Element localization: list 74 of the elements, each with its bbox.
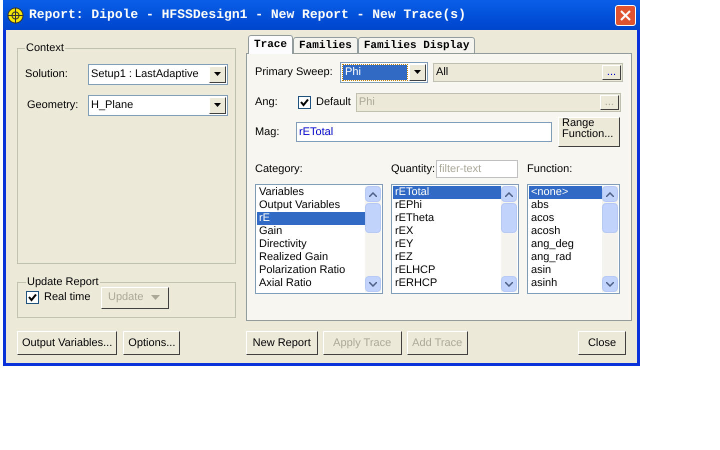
list-item[interactable]: acos: [529, 212, 602, 225]
range-value: All: [436, 64, 448, 80]
crosshair-icon: [7, 6, 24, 24]
caret-icon: [151, 295, 160, 300]
dropdown-value: H_Plane: [90, 98, 134, 113]
close-icon: [620, 10, 631, 20]
list-item[interactable]: ang_rad: [529, 251, 602, 264]
list-item[interactable]: Output Variables: [257, 199, 365, 212]
angle-value: Phi: [358, 94, 375, 110]
tab[interactable]: Trace: [248, 35, 294, 54]
group-title: Update Report: [26, 275, 100, 290]
tab[interactable]: Families Display: [358, 37, 476, 53]
scrollbar-thumb[interactable]: [602, 203, 618, 233]
list-label: Category:: [255, 162, 303, 177]
dropdown[interactable]: H_Plane: [88, 94, 228, 116]
dropdown[interactable]: Setup1 : LastAdaptive: [88, 64, 228, 84]
checkmark-icon: [28, 293, 37, 302]
list-item[interactable]: rEX: [393, 225, 501, 238]
mag-field[interactable]: rETotal: [296, 122, 552, 142]
field-label: Primary Sweep:: [255, 64, 334, 80]
range-field[interactable]: All ...: [433, 62, 623, 82]
field-label: Ang:: [255, 94, 279, 110]
list-item[interactable]: Directivity: [257, 238, 365, 251]
list-item[interactable]: rEZ: [393, 251, 501, 264]
list-item[interactable]: rERHCP: [393, 277, 501, 290]
field-label: Solution:: [25, 66, 69, 82]
checkbox-label: Default: [316, 94, 351, 110]
checkmark-icon: [300, 98, 309, 106]
group-title: Context: [25, 41, 65, 56]
list-item[interactable]: asin: [529, 264, 602, 277]
filter-field[interactable]: filter-text: [436, 160, 518, 178]
dialog-close-button[interactable]: Close: [578, 331, 626, 355]
dropdown-value: Phi: [343, 64, 407, 80]
field-label: Mag:: [255, 124, 280, 140]
checkbox[interactable]: [298, 96, 311, 108]
list-item[interactable]: abs: [529, 199, 602, 212]
list-label: Quantity:: [391, 162, 436, 177]
list-item[interactable]: asinh: [529, 277, 602, 290]
scrollbar-thumb[interactable]: [365, 203, 381, 233]
output-variables-button[interactable]: Output Variables...: [17, 331, 118, 355]
list-label: Function:: [527, 162, 572, 177]
list-item[interactable]: rEPhi: [393, 199, 501, 212]
close-button[interactable]: [615, 4, 636, 26]
list-item[interactable]: rEY: [393, 238, 501, 251]
browse-button[interactable]: ...: [602, 64, 621, 80]
list-item[interactable]: Polarization Ratio: [257, 264, 365, 277]
list-item[interactable]: Realized Gain: [257, 251, 365, 264]
checkbox[interactable]: [26, 291, 39, 304]
list-item[interactable]: rE: [257, 212, 365, 225]
list-item[interactable]: rETheta: [393, 212, 501, 225]
list-item[interactable]: <none>: [529, 186, 602, 199]
list-item[interactable]: acosh: [529, 225, 602, 238]
dropdown-value: Setup1 : LastAdaptive: [90, 66, 200, 82]
options-button[interactable]: Options...: [123, 331, 180, 355]
list-item[interactable]: rELHCP: [393, 264, 501, 277]
caret-icon: [214, 103, 221, 107]
scrollbar[interactable]: [602, 186, 618, 292]
dropdown[interactable]: Phi: [340, 62, 428, 82]
caret-icon: [214, 72, 221, 76]
tab[interactable]: Families: [293, 37, 358, 53]
new-report-button[interactable]: New Report: [246, 331, 318, 355]
range-function-button[interactable]: Range Function...: [558, 117, 620, 147]
scrollbar[interactable]: [501, 186, 517, 292]
field-label: Geometry:: [26, 98, 80, 113]
list-item[interactable]: Axial Ratio: [257, 277, 365, 290]
scrollbar[interactable]: [365, 186, 381, 292]
list-item[interactable]: Variables: [257, 186, 365, 199]
list-item[interactable]: rETotal: [393, 186, 501, 199]
checkbox-label: Real time: [44, 290, 92, 306]
window-title: Report: Dipole - HFSSDesign1 - New Report - New Trace(s): [29, 6, 467, 24]
list-item[interactable]: ang_deg: [529, 238, 602, 251]
caret-icon: [414, 70, 421, 74]
list-item[interactable]: Gain: [257, 225, 365, 238]
scrollbar-thumb[interactable]: [501, 203, 517, 233]
